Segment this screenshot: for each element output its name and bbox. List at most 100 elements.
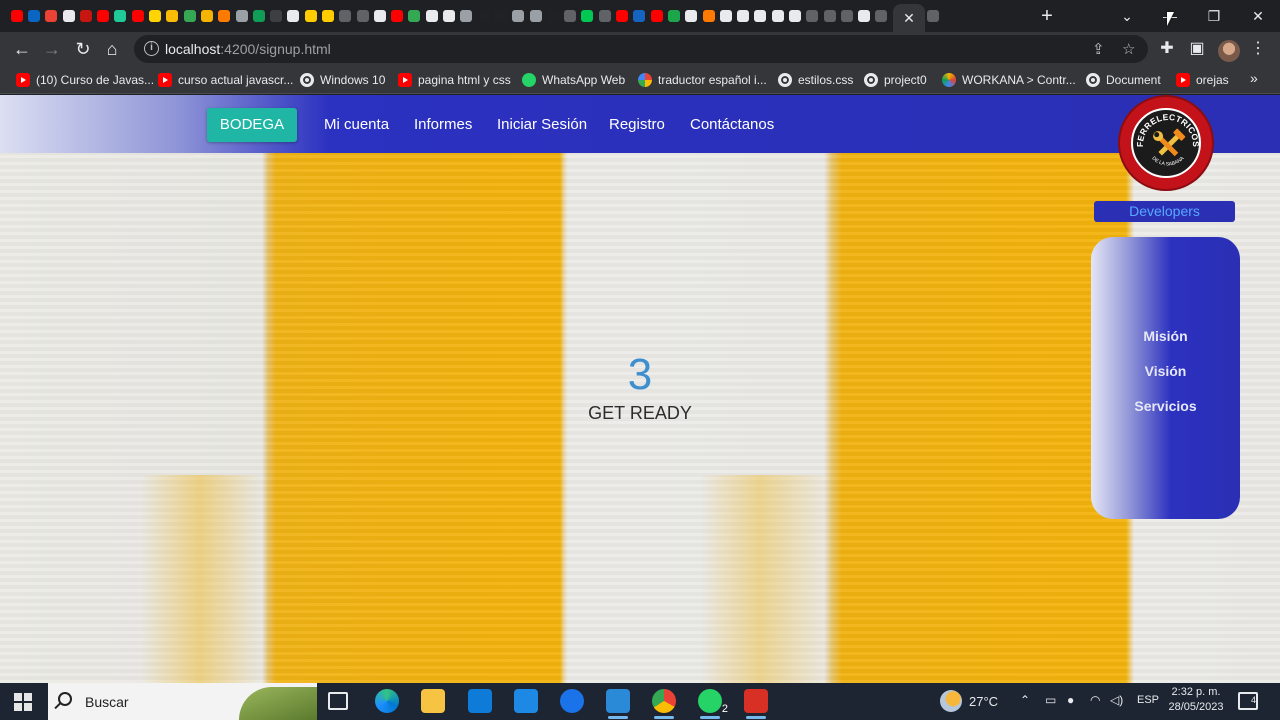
tab-favicon[interactable]: [129, 7, 146, 25]
chrome-icon[interactable]: [652, 689, 676, 719]
nav-link-registro[interactable]: Registro: [609, 116, 665, 133]
tab-favicon[interactable]: [458, 7, 475, 25]
tab-favicon[interactable]: [769, 7, 786, 25]
tab-search-icon[interactable]: ⌄: [1105, 0, 1149, 32]
tab-favicon[interactable]: [925, 7, 942, 25]
developers-button[interactable]: Developers: [1094, 201, 1235, 222]
tab-favicon[interactable]: [579, 7, 596, 25]
tab-favicon[interactable]: [389, 7, 406, 25]
tab-favicon[interactable]: [112, 7, 129, 25]
windows-start-icon[interactable]: [14, 693, 32, 711]
firefox-icon[interactable]: [560, 689, 584, 713]
sidebar-item-mision[interactable]: Misión: [1091, 328, 1240, 344]
nav-link-contactanos[interactable]: Contáctanos: [690, 116, 774, 133]
tab-favicon[interactable]: [562, 7, 579, 25]
tab-favicon[interactable]: [752, 7, 769, 25]
notification-center-icon[interactable]: 4: [1238, 692, 1258, 710]
tab-favicon[interactable]: [216, 7, 233, 25]
tab-favicon[interactable]: [527, 7, 544, 25]
tab-favicon[interactable]: [423, 7, 440, 25]
tab-favicon[interactable]: [8, 7, 25, 25]
bookmark-star-icon[interactable]: ☆: [1122, 40, 1135, 58]
close-window-button[interactable]: ✕: [1236, 0, 1280, 32]
weather-temperature[interactable]: 27°C: [969, 694, 998, 709]
home-button[interactable]: ⌂: [100, 37, 124, 61]
profile-avatar[interactable]: [1218, 40, 1240, 62]
site-info-icon[interactable]: i: [144, 41, 159, 56]
bookmark-item[interactable]: orejas: [1176, 71, 1229, 89]
tab-favicon[interactable]: [285, 7, 302, 25]
sidebar-item-vision[interactable]: Visión: [1091, 363, 1240, 379]
tab-favicon[interactable]: [60, 7, 77, 25]
wifi-icon[interactable]: ◠: [1090, 693, 1100, 707]
onedrive-icon[interactable]: ▭: [1045, 693, 1056, 707]
tab-favicon[interactable]: [267, 7, 284, 25]
tab-favicon[interactable]: [683, 7, 700, 25]
active-tab[interactable]: ✕: [893, 4, 925, 32]
tab-favicon[interactable]: [319, 7, 336, 25]
mail-icon[interactable]: [514, 689, 538, 713]
bookmark-item[interactable]: Windows 10: [300, 71, 385, 89]
side-panel-icon[interactable]: ▣: [1185, 37, 1209, 61]
nav-link-informes[interactable]: Informes: [414, 116, 472, 133]
restore-button[interactable]: ❐: [1192, 0, 1236, 32]
weather-icon[interactable]: [940, 690, 962, 712]
tab-favicon[interactable]: [838, 7, 855, 25]
show-hidden-icons[interactable]: ⌃: [1020, 693, 1030, 707]
brand-button[interactable]: BODEGA: [207, 108, 297, 142]
new-tab-button[interactable]: +: [1036, 5, 1058, 27]
tab-favicon[interactable]: [337, 7, 354, 25]
bookmark-item[interactable]: WORKANA > Contr...: [942, 71, 1076, 89]
tab-favicon[interactable]: [164, 7, 181, 25]
edge-icon[interactable]: [375, 689, 399, 713]
vscode-icon[interactable]: [606, 689, 630, 719]
menu-icon[interactable]: ⋮: [1246, 37, 1270, 61]
tab-favicon[interactable]: [475, 7, 492, 25]
taskbar-clock[interactable]: 2:32 p. m. 28/05/2023: [1166, 685, 1226, 715]
forward-button[interactable]: →: [40, 37, 64, 61]
bookmark-item[interactable]: WhatsApp Web: [522, 71, 625, 89]
nav-link-mi-cuenta[interactable]: Mi cuenta: [324, 116, 389, 133]
tab-favicon[interactable]: [873, 7, 890, 25]
tab-favicon[interactable]: [440, 7, 457, 25]
tab-favicon[interactable]: [648, 7, 665, 25]
tab-favicon[interactable]: [804, 7, 821, 25]
tab-favicon[interactable]: [613, 7, 630, 25]
tab-favicon[interactable]: [25, 7, 42, 25]
screen-recorder-icon[interactable]: [744, 689, 768, 719]
whatsapp-app-icon[interactable]: 2: [698, 689, 728, 719]
volume-icon[interactable]: ◁): [1110, 693, 1123, 707]
tab-favicon[interactable]: [146, 7, 163, 25]
url-text[interactable]: localhost:4200/signup.html: [165, 41, 331, 57]
tab-favicon[interactable]: [700, 7, 717, 25]
tab-favicon[interactable]: [631, 7, 648, 25]
bookmark-item[interactable]: (10) Curso de Javas...: [16, 71, 154, 89]
tab-favicon[interactable]: [406, 7, 423, 25]
bookmark-item[interactable]: traductor español i...: [638, 71, 767, 89]
task-view-icon[interactable]: [328, 692, 348, 710]
bookmark-item[interactable]: Document: [1086, 71, 1161, 89]
tab-favicon[interactable]: [596, 7, 613, 25]
tab-favicon[interactable]: [250, 7, 267, 25]
tab-favicon[interactable]: [665, 7, 682, 25]
tab-favicon[interactable]: [77, 7, 94, 25]
bookmark-item[interactable]: curso actual javascr...: [158, 71, 293, 89]
tab-favicon[interactable]: [43, 7, 60, 25]
tab-favicon[interactable]: [233, 7, 250, 25]
tab-favicon[interactable]: [856, 7, 873, 25]
sidebar-item-servicios[interactable]: Servicios: [1091, 398, 1240, 414]
close-tab-icon[interactable]: ✕: [903, 10, 915, 27]
language-indicator[interactable]: ESP: [1137, 694, 1159, 706]
address-bar[interactable]: i localhost:4200/signup.html ⇪ ☆: [134, 35, 1148, 63]
microphone-icon[interactable]: ●: [1067, 693, 1074, 707]
back-button[interactable]: ←: [10, 37, 34, 61]
tab-favicon[interactable]: [198, 7, 215, 25]
bookmark-item[interactable]: pagina html y css: [398, 71, 511, 89]
tab-favicon[interactable]: [354, 7, 371, 25]
more-bookmarks-icon[interactable]: »: [1250, 70, 1258, 86]
share-icon[interactable]: ⇪: [1092, 40, 1105, 58]
tab-favicon[interactable]: [371, 7, 388, 25]
store-icon[interactable]: [468, 689, 492, 713]
tab-favicon[interactable]: [94, 7, 111, 25]
bookmark-item[interactable]: estilos.css: [778, 71, 853, 89]
